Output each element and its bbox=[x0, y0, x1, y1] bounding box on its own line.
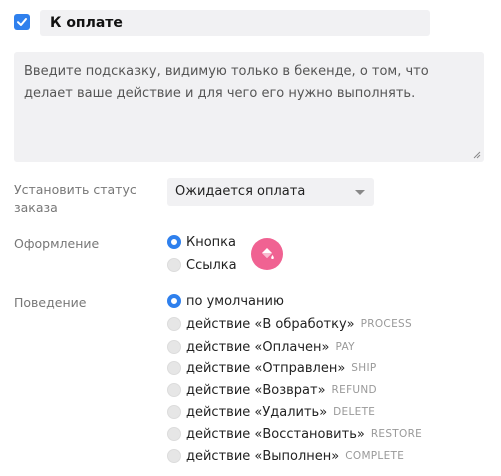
behavior-option-process[interactable]: действие «В обработку» PROCESS bbox=[167, 314, 412, 334]
status-label: Установить статус заказа bbox=[14, 182, 137, 215]
radio-button-icon bbox=[167, 383, 181, 397]
color-picker-button[interactable] bbox=[251, 238, 283, 270]
behavior-option-default[interactable]: по умолчанию bbox=[167, 291, 284, 311]
behavior-option-pay[interactable]: действие «Оплачен» PAY bbox=[167, 337, 355, 357]
order-status-value: Ожидается оплата bbox=[175, 184, 306, 199]
action-title-input[interactable]: К оплате bbox=[40, 10, 430, 36]
enabled-checkbox[interactable] bbox=[14, 14, 30, 30]
appearance-label: Оформление bbox=[14, 236, 100, 251]
behavior-label: Поведение bbox=[14, 295, 87, 310]
radio-button-icon bbox=[167, 258, 181, 272]
behavior-option-delete[interactable]: действие «Удалить» DELETE bbox=[167, 402, 375, 422]
radio-button-icon bbox=[167, 235, 181, 249]
radio-button-icon bbox=[167, 294, 181, 308]
hint-text: Введите подсказку, видимую только в беке… bbox=[24, 64, 429, 101]
behavior-option-restore[interactable]: действие «Восстановить» RESTORE bbox=[167, 424, 422, 444]
radio-button-icon bbox=[167, 317, 181, 331]
chevron-down-icon bbox=[355, 190, 365, 195]
checkmark-icon bbox=[17, 18, 27, 26]
behavior-option-complete[interactable]: действие «Выполнен» COMPLETE bbox=[167, 446, 404, 466]
appearance-option-link[interactable]: Ссылка bbox=[167, 255, 237, 275]
behavior-option-refund[interactable]: действие «Возврат» REFUND bbox=[167, 380, 377, 400]
radio-button-icon bbox=[167, 405, 181, 419]
paint-bucket-icon bbox=[262, 248, 274, 259]
radio-button-icon bbox=[167, 449, 181, 463]
behavior-option-ship[interactable]: действие «Отправлен» SHIP bbox=[167, 358, 377, 378]
hint-textarea[interactable]: Введите подсказку, видимую только в беке… bbox=[14, 52, 484, 162]
radio-button-icon bbox=[167, 340, 181, 354]
order-status-select[interactable]: Ожидается оплата bbox=[167, 178, 374, 206]
radio-button-icon bbox=[167, 361, 181, 375]
appearance-option-button[interactable]: Кнопка bbox=[167, 232, 236, 252]
radio-button-icon bbox=[167, 427, 181, 441]
resize-handle-icon[interactable] bbox=[473, 151, 481, 159]
